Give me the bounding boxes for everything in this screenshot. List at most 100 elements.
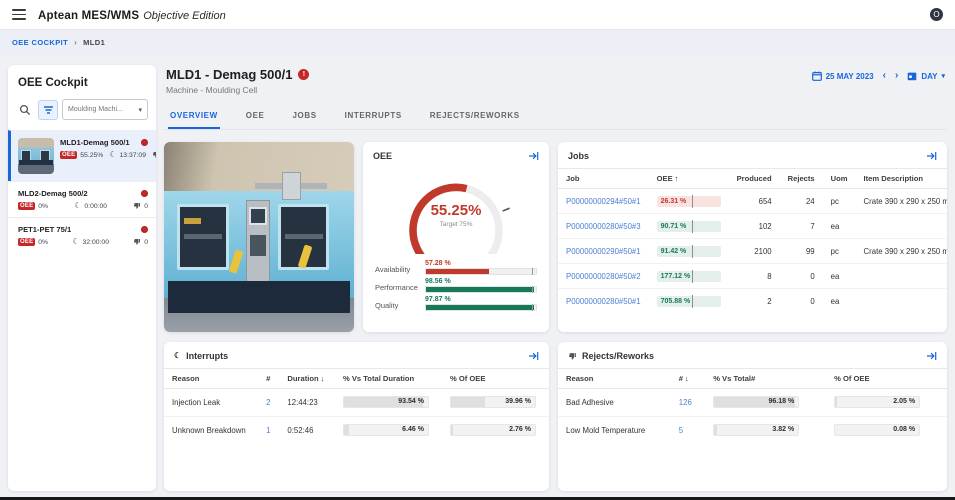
tab-overview[interactable]: OVERVIEW xyxy=(168,107,220,129)
column-header[interactable]: Reason xyxy=(164,369,258,389)
moon-icon: ☾ xyxy=(109,151,116,159)
oee-cockpit-sidebar: OEE Cockpit Moulding Machi... ▾ MLD1-Dem… xyxy=(8,65,156,491)
alert-dot-icon xyxy=(141,139,148,146)
column-header[interactable]: Rejects xyxy=(780,169,823,189)
column-header[interactable]: Job xyxy=(558,169,649,189)
sort-desc-icon: ↓ xyxy=(321,374,325,383)
reason-cell: Bad Adhesive xyxy=(558,389,671,417)
rejects-panel: Rejects/Reworks Reason#↓% Vs Total#% Of … xyxy=(558,342,947,491)
job-link[interactable]: P00000000294#50#1 xyxy=(566,197,641,206)
interrupt-count-link[interactable]: 1 xyxy=(266,426,270,435)
moon-icon: ☾ xyxy=(72,238,79,246)
reject-count-link[interactable]: 5 xyxy=(679,426,683,435)
job-link[interactable]: P00000000280#50#2 xyxy=(566,272,641,281)
column-header[interactable]: # xyxy=(258,369,279,389)
chevron-down-icon: ▾ xyxy=(138,106,142,114)
oee-target: Target 75% xyxy=(363,221,549,228)
job-link[interactable]: P00000000290#50#1 xyxy=(566,247,641,256)
oee-metrics: Availability57.28 %Performance98.56 %Qua… xyxy=(363,254,549,311)
oee-badge: OEE xyxy=(18,238,35,246)
oee-panel: OEE 55.25% Target 75% xyxy=(363,142,549,332)
metric-value: 98.56 % xyxy=(425,278,537,285)
breadcrumb-root-link[interactable]: OEE COCKPIT xyxy=(12,38,68,47)
item-description-cell xyxy=(856,214,947,239)
column-header[interactable]: % Of OEE xyxy=(826,369,947,389)
column-header[interactable]: % Vs Total# xyxy=(705,369,826,389)
oee-metric-row: Quality 97.87 % xyxy=(375,296,537,311)
oee-metric-row: Availability57.28 % xyxy=(375,260,537,275)
prev-day-button[interactable]: ‹ xyxy=(883,71,886,81)
table-row: P00000000280#50#1705.88 %20ea xyxy=(558,289,947,314)
machine-type-select[interactable]: Moulding Machi... ▾ xyxy=(62,99,148,120)
column-header[interactable]: OEE↑ xyxy=(649,169,729,189)
date-picker[interactable]: 25 MAY 2023 xyxy=(812,71,874,81)
rejects-cell: 7 xyxy=(780,214,823,239)
brand-name: Aptean MES/WMS xyxy=(38,10,139,22)
job-oee-bar: 26.31 % xyxy=(657,196,721,207)
machine-list-item[interactable]: PET1-PET 75/1OEE0%☾32:00:000 xyxy=(8,217,156,253)
metric-value: 57.28 % xyxy=(425,260,537,267)
open-oee-icon[interactable] xyxy=(528,151,539,161)
item-description-cell xyxy=(856,289,947,314)
open-interrupts-icon[interactable] xyxy=(528,351,539,361)
column-header[interactable]: Uom xyxy=(823,169,856,189)
next-day-button[interactable]: › xyxy=(895,71,898,81)
machine-list-item[interactable]: MLD2-Demag 500/2OEE0%☾0:00:000 xyxy=(8,181,156,217)
search-icon[interactable] xyxy=(16,101,34,119)
sort-asc-icon: ↑ xyxy=(675,174,679,183)
metric-value: 97.87 % xyxy=(425,296,537,303)
interrupt-count-link[interactable]: 2 xyxy=(266,398,270,407)
machine-name: PET1-PET 75/1 xyxy=(18,225,71,234)
jobs-panel-title: Jobs xyxy=(568,151,589,161)
filter-icon[interactable] xyxy=(38,100,58,120)
rejects-count: 0 xyxy=(144,203,148,210)
brand-edition: Objective Edition xyxy=(143,10,226,22)
reject-count-link[interactable]: 126 xyxy=(679,398,692,407)
of-oee-bar: 2.05 % xyxy=(834,396,920,408)
uom-cell: ea xyxy=(823,214,856,239)
sidebar-title: OEE Cockpit xyxy=(8,77,156,99)
column-header[interactable]: Item Description xyxy=(856,169,947,189)
rejects-cell: 0 xyxy=(780,264,823,289)
column-header[interactable]: % Vs Total Duration xyxy=(335,369,442,389)
machine-list-item[interactable]: MLD1-Demag 500/1OEE55.25%☾13:37:09131 xyxy=(8,130,156,181)
rejects-table: Reason#↓% Vs Total#% Of OEE Bad Adhesive… xyxy=(558,368,947,444)
job-oee-bar: 90.71 % xyxy=(657,221,721,232)
breadcrumb-current: MLD1 xyxy=(83,38,105,47)
tab-interrupts[interactable]: INTERRUPTS xyxy=(343,107,404,129)
reason-cell: Unknown Breakdown xyxy=(164,417,258,445)
vs-total-duration-bar: 6.46 % xyxy=(343,424,429,436)
tab-oee[interactable]: OEE xyxy=(244,107,267,129)
job-link[interactable]: P00000000280#50#3 xyxy=(566,222,641,231)
open-jobs-icon[interactable] xyxy=(926,151,937,161)
metric-label: Quality xyxy=(375,301,419,311)
user-avatar-icon[interactable]: O xyxy=(930,8,943,21)
machine-oee-value: 0% xyxy=(38,203,48,210)
produced-cell: 2100 xyxy=(729,239,780,264)
menu-icon[interactable] xyxy=(12,9,26,19)
tab-rejects-reworks[interactable]: REJECTS/REWORKS xyxy=(428,107,522,129)
metric-bar xyxy=(425,286,537,293)
tab-jobs[interactable]: JOBS xyxy=(290,107,318,129)
duration-cell: 0:52:46 xyxy=(279,417,335,445)
column-header[interactable]: #↓ xyxy=(671,369,705,389)
sort-desc-icon: ↓ xyxy=(685,374,689,383)
produced-cell: 8 xyxy=(729,264,780,289)
column-header[interactable]: Produced xyxy=(729,169,780,189)
job-link[interactable]: P00000000280#50#1 xyxy=(566,297,641,306)
machine-thumbnail xyxy=(18,138,54,174)
period-select[interactable]: DAY ▾ xyxy=(907,71,945,81)
column-header[interactable]: Reason xyxy=(558,369,671,389)
machine-photo xyxy=(164,142,354,332)
period-value: DAY xyxy=(921,72,937,81)
oee-value: 55.25% xyxy=(363,202,549,219)
open-rejects-icon[interactable] xyxy=(926,351,937,361)
job-oee-bar: 177.12 % xyxy=(657,271,721,282)
jobs-panel: Jobs JobOEE↑ProducedRejectsUomItem Descr… xyxy=(558,142,947,332)
machine-photo-illustration xyxy=(164,142,354,332)
column-header[interactable]: % Of OEE xyxy=(442,369,549,389)
uom-cell: pc xyxy=(823,189,856,214)
breadcrumb-separator: › xyxy=(74,38,77,47)
machine-header: MLD1 - Demag 500/1 ! Machine - Moulding … xyxy=(164,65,947,95)
column-header[interactable]: Duration↓ xyxy=(279,369,335,389)
